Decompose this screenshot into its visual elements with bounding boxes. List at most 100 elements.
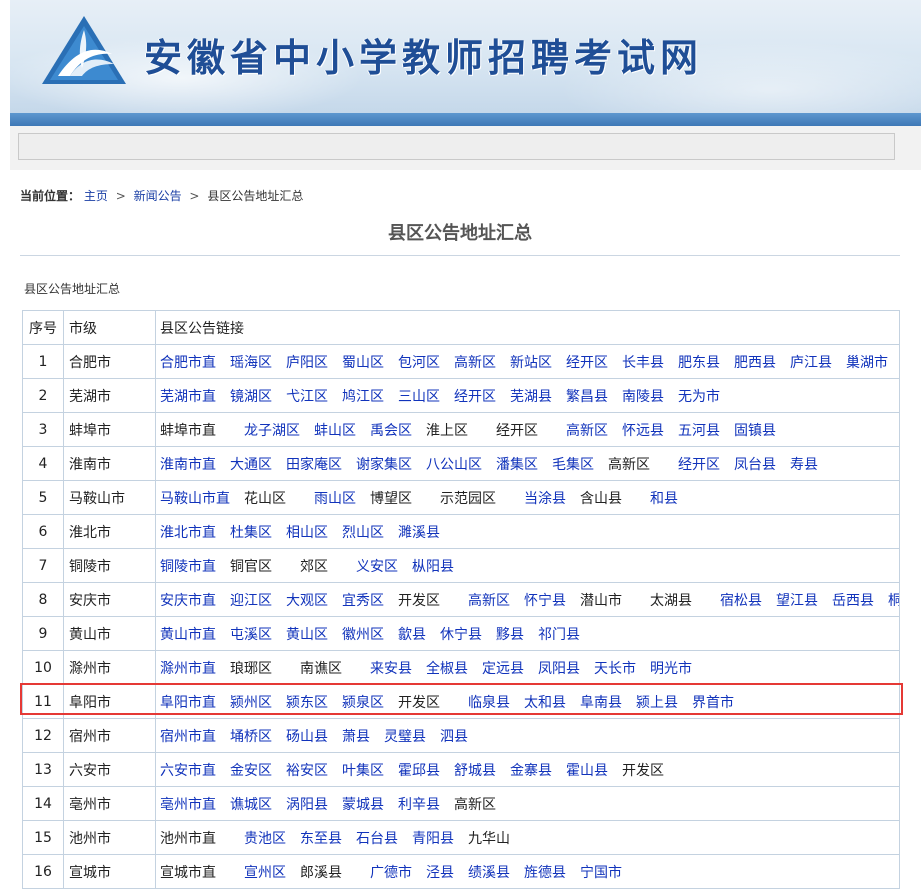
county-link[interactable]: 毛集区 <box>552 457 594 473</box>
county-link[interactable]: 石台县 <box>356 831 398 847</box>
county-link[interactable]: 旌德县 <box>524 865 566 881</box>
county-link[interactable]: 肥东县 <box>678 355 720 371</box>
county-link[interactable]: 和县 <box>650 491 678 507</box>
county-link[interactable]: 枞阳县 <box>412 559 454 575</box>
county-link[interactable]: 蜀山区 <box>342 355 384 371</box>
county-link[interactable]: 龙子湖区 <box>244 423 300 439</box>
county-link[interactable]: 长丰县 <box>622 355 664 371</box>
county-link[interactable]: 淮南市直 <box>160 457 216 473</box>
county-link[interactable]: 阜南县 <box>580 695 622 711</box>
county-link[interactable]: 高新区 <box>566 423 608 439</box>
county-link[interactable]: 太和县 <box>524 695 566 711</box>
county-link[interactable]: 安庆市直 <box>160 593 216 609</box>
county-link[interactable]: 颍东区 <box>286 695 328 711</box>
county-link[interactable]: 寿县 <box>790 457 818 473</box>
county-link[interactable]: 定远县 <box>482 661 524 677</box>
county-link[interactable]: 蒙城县 <box>342 797 384 813</box>
breadcrumb-news-link[interactable]: 新闻公告 <box>134 189 182 203</box>
breadcrumb-home-link[interactable]: 主页 <box>84 189 108 203</box>
county-link[interactable]: 谯城区 <box>230 797 272 813</box>
county-link[interactable]: 经开区 <box>566 355 608 371</box>
county-link[interactable]: 霍山县 <box>566 763 608 779</box>
county-link[interactable]: 来安县 <box>370 661 412 677</box>
county-link[interactable]: 泗县 <box>440 729 468 745</box>
county-link[interactable]: 颍上县 <box>636 695 678 711</box>
county-link[interactable]: 大通区 <box>230 457 272 473</box>
county-link[interactable]: 砀山县 <box>286 729 328 745</box>
county-link[interactable]: 芜湖县 <box>510 389 552 405</box>
county-link[interactable]: 颍州区 <box>230 695 272 711</box>
county-link[interactable]: 濉溪县 <box>398 525 440 541</box>
county-link[interactable]: 全椒县 <box>426 661 468 677</box>
county-link[interactable]: 金寨县 <box>510 763 552 779</box>
county-link[interactable]: 当涂县 <box>524 491 566 507</box>
county-link[interactable]: 埇桥区 <box>230 729 272 745</box>
county-link[interactable]: 涡阳县 <box>286 797 328 813</box>
county-link[interactable]: 鸠江区 <box>342 389 384 405</box>
county-link[interactable]: 经开区 <box>454 389 496 405</box>
county-link[interactable]: 黄山市直 <box>160 627 216 643</box>
county-link[interactable]: 桐城市 <box>888 593 899 609</box>
county-link[interactable]: 舒城县 <box>454 763 496 779</box>
county-link[interactable]: 叶集区 <box>342 763 384 779</box>
county-link[interactable]: 灵璧县 <box>384 729 426 745</box>
county-link[interactable]: 颍泉区 <box>342 695 384 711</box>
county-link[interactable]: 蚌山区 <box>314 423 356 439</box>
county-link[interactable]: 镜湖区 <box>230 389 272 405</box>
county-link[interactable]: 固镇县 <box>734 423 776 439</box>
county-link[interactable]: 田家庵区 <box>286 457 342 473</box>
county-link[interactable]: 无为市 <box>678 389 720 405</box>
county-link[interactable]: 大观区 <box>286 593 328 609</box>
county-link[interactable]: 界首市 <box>692 695 734 711</box>
county-link[interactable]: 歙县 <box>398 627 426 643</box>
county-link[interactable]: 霍邱县 <box>398 763 440 779</box>
county-link[interactable]: 阜阳市直 <box>160 695 216 711</box>
county-link[interactable]: 瑶海区 <box>230 355 272 371</box>
county-link[interactable]: 合肥市直 <box>160 355 216 371</box>
county-link[interactable]: 宿州市直 <box>160 729 216 745</box>
county-link[interactable]: 繁昌县 <box>566 389 608 405</box>
county-link[interactable]: 高新区 <box>454 355 496 371</box>
county-link[interactable]: 烈山区 <box>342 525 384 541</box>
county-link[interactable]: 徽州区 <box>342 627 384 643</box>
county-link[interactable]: 亳州市直 <box>160 797 216 813</box>
county-link[interactable]: 雨山区 <box>314 491 356 507</box>
county-link[interactable]: 淮北市直 <box>160 525 216 541</box>
county-link[interactable]: 祁门县 <box>538 627 580 643</box>
county-link[interactable]: 迎江区 <box>230 593 272 609</box>
county-link[interactable]: 潘集区 <box>496 457 538 473</box>
county-link[interactable]: 谢家集区 <box>356 457 412 473</box>
county-link[interactable]: 怀宁县 <box>524 593 566 609</box>
county-link[interactable]: 芜湖市直 <box>160 389 216 405</box>
county-link[interactable]: 凤阳县 <box>538 661 580 677</box>
county-link[interactable]: 宣州区 <box>244 865 286 881</box>
county-link[interactable]: 巢湖市 <box>846 355 888 371</box>
county-link[interactable]: 肥西县 <box>734 355 776 371</box>
county-link[interactable]: 五河县 <box>678 423 720 439</box>
county-link[interactable]: 怀远县 <box>622 423 664 439</box>
county-link[interactable]: 经开区 <box>678 457 720 473</box>
county-link[interactable]: 弋江区 <box>286 389 328 405</box>
county-link[interactable]: 凤台县 <box>734 457 776 473</box>
county-link[interactable]: 明光市 <box>650 661 692 677</box>
county-link[interactable]: 滁州市直 <box>160 661 216 677</box>
county-link[interactable]: 黟县 <box>496 627 524 643</box>
county-link[interactable]: 贵池区 <box>244 831 286 847</box>
county-link[interactable]: 青阳县 <box>412 831 454 847</box>
county-link[interactable]: 临泉县 <box>468 695 510 711</box>
county-link[interactable]: 相山区 <box>286 525 328 541</box>
site-logo-icon[interactable] <box>40 14 128 86</box>
county-link[interactable]: 杜集区 <box>230 525 272 541</box>
county-link[interactable]: 屯溪区 <box>230 627 272 643</box>
county-link[interactable]: 三山区 <box>398 389 440 405</box>
county-link[interactable]: 庐阳区 <box>286 355 328 371</box>
county-link[interactable]: 天长市 <box>594 661 636 677</box>
county-link[interactable]: 庐江县 <box>790 355 832 371</box>
county-link[interactable]: 南陵县 <box>622 389 664 405</box>
county-link[interactable]: 岳西县 <box>832 593 874 609</box>
county-link[interactable]: 宁国市 <box>580 865 622 881</box>
county-link[interactable]: 义安区 <box>356 559 398 575</box>
county-link[interactable]: 休宁县 <box>440 627 482 643</box>
county-link[interactable]: 禹会区 <box>370 423 412 439</box>
county-link[interactable]: 广德市 <box>370 865 412 881</box>
